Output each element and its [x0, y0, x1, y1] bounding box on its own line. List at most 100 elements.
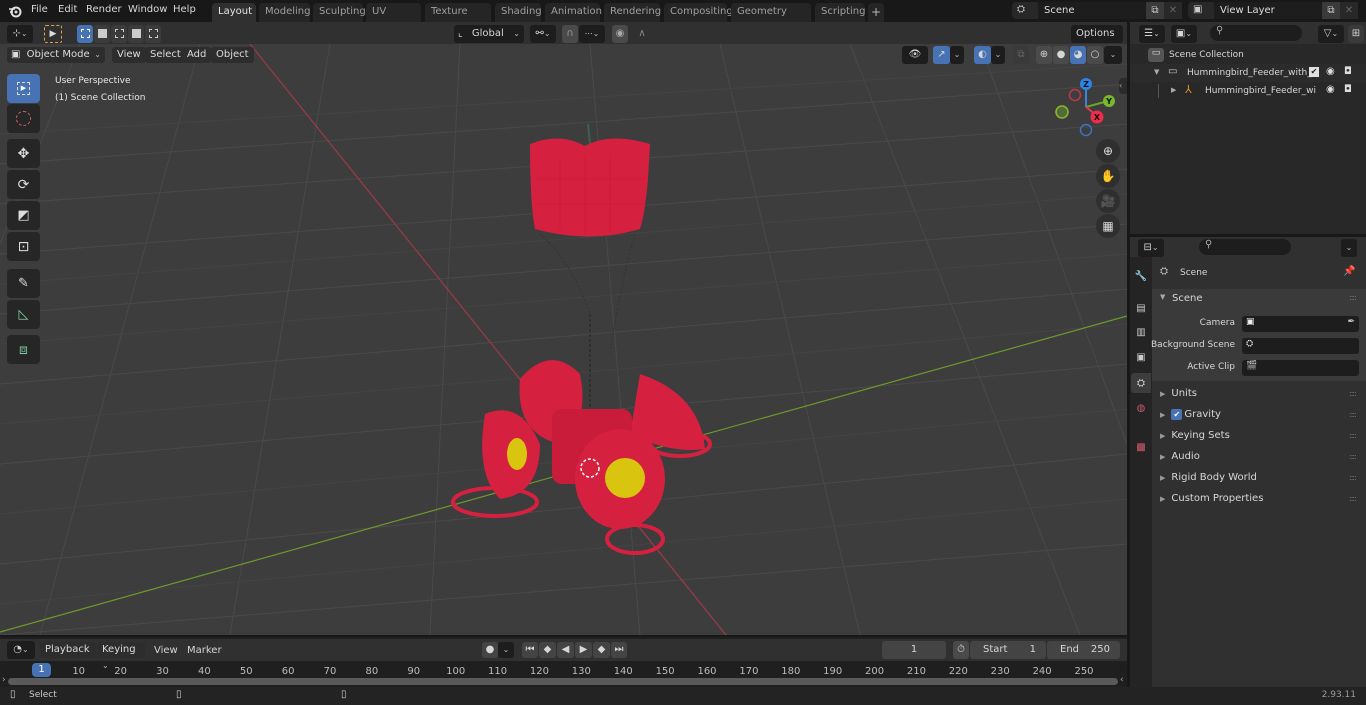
jump-to-end-button[interactable]: ⏭ [611, 642, 627, 658]
tab-animation[interactable]: Animation [545, 3, 602, 22]
pivot-point-dropdown[interactable]: ⚯⌄ [530, 25, 556, 43]
tool-measure[interactable]: ◺ [7, 300, 40, 329]
subpanel-gravity[interactable]: ▶ ✔ Gravity [1160, 406, 1221, 424]
pin-icon[interactable]: 📌 [1343, 266, 1355, 277]
tool-select-box[interactable]: ▶ [7, 74, 40, 103]
pan-view-button[interactable]: ✋ [1096, 164, 1120, 188]
ortho-toggle-button[interactable]: ▦ [1096, 214, 1120, 238]
tab-modeling[interactable]: Modeling [259, 3, 311, 22]
gizmo-neg-y[interactable] [1055, 105, 1069, 119]
gravity-checkbox[interactable]: ✔ [1171, 408, 1183, 420]
tab-scene[interactable]: ⛭ [1131, 373, 1151, 393]
shading-solid[interactable]: ● [1053, 46, 1069, 64]
menu-window[interactable]: Window [128, 4, 167, 15]
camera-view-button[interactable]: 🎥 [1096, 189, 1120, 213]
drag-handle-icon[interactable]: :::: [1349, 494, 1357, 503]
proportional-falloff-dropdown[interactable]: ∧ [629, 25, 655, 43]
panel-collapse-icon[interactable]: ▼ [1160, 293, 1165, 301]
tool-add-cube[interactable]: ⧈ [7, 335, 40, 364]
background-scene-field[interactable]: ⛭ [1242, 338, 1359, 354]
shading-rendered[interactable]: ○ [1087, 46, 1103, 64]
scene-name-field[interactable]: Scene [1038, 2, 1146, 19]
navigation-gizmo[interactable]: Z Y X [1050, 75, 1120, 140]
tab-render[interactable]: ▤ [1131, 298, 1151, 318]
drag-handle-icon[interactable]: :::: [1349, 410, 1357, 419]
timeline-menu-marker[interactable]: Marker [187, 645, 222, 656]
preview-range-toggle[interactable]: ⏱ [953, 641, 969, 659]
shading-wireframe[interactable]: ⊕ [1036, 46, 1052, 64]
select-mode-extend-button[interactable] [94, 25, 110, 43]
auto-keying-dropdown[interactable]: ⌄ [498, 642, 514, 658]
tab-world[interactable]: ◍ [1131, 398, 1151, 418]
options-dropdown[interactable]: Options ⌄ [1071, 25, 1123, 56]
tab-texture-paint[interactable]: Texture Paint [425, 3, 491, 35]
shading-material[interactable]: ◕ [1070, 46, 1086, 64]
tool-annotate[interactable]: ✎ [7, 269, 40, 298]
viewport-menu-view[interactable]: View [112, 47, 146, 63]
eyedropper-icon[interactable]: ✒ [1347, 317, 1355, 327]
select-mode-subtract-button[interactable] [111, 25, 127, 43]
subpanel-rigid-body-world[interactable]: ▶ Rigid Body World [1160, 469, 1257, 487]
timeline-editor-type[interactable]: ◔⌄ [7, 641, 35, 659]
menu-file[interactable]: File [31, 4, 48, 15]
tool-transform[interactable]: ⊡ [7, 232, 40, 261]
snap-toggle[interactable]: ∩ [562, 25, 578, 43]
exclude-checkbox[interactable]: ✔ [1309, 67, 1319, 77]
menu-edit[interactable]: Edit [58, 4, 77, 15]
viewport-menu-object[interactable]: Object [211, 47, 254, 63]
overlay-toggle[interactable]: ◐ [974, 46, 991, 64]
select-mode-invert-button[interactable] [128, 25, 144, 43]
render-camera-icon[interactable]: ◘ [1344, 66, 1352, 77]
tool-move[interactable]: ✥ [7, 139, 40, 168]
start-frame-field[interactable]: Start 1 [970, 641, 1046, 659]
drag-handle-icon[interactable]: :::: [1349, 452, 1357, 461]
tab-sculpting[interactable]: Sculpting [313, 3, 366, 22]
tab-compositing[interactable]: Compositing [664, 3, 733, 22]
outliner-editor-type[interactable]: ☰⌄ [1139, 25, 1165, 43]
current-frame-field[interactable]: 1 [882, 641, 946, 659]
snap-target-dropdown[interactable]: ⋯⌄ [579, 25, 605, 43]
new-view-layer-button[interactable]: ⧉ [1322, 2, 1340, 19]
properties-options-dropdown[interactable]: ⌄ [1341, 239, 1357, 257]
end-frame-field[interactable]: End 250 [1047, 641, 1120, 659]
scene-type-dropdown[interactable]: ⛭ [1012, 2, 1038, 19]
play-reverse-button[interactable]: ◀ [557, 642, 574, 658]
auto-keying-toggle[interactable]: ● [482, 642, 498, 658]
active-tool-icon[interactable]: ▶ [44, 25, 62, 43]
gizmo-neg-z[interactable] [1079, 123, 1093, 137]
select-mode-new-button[interactable] [77, 25, 93, 43]
subpanel-keying-sets[interactable]: ▶ Keying Sets [1160, 427, 1230, 445]
mode-dropdown[interactable]: ▣ Object Mode ⌄ [7, 47, 105, 63]
display-mode-dropdown[interactable]: ▣⌄ [1171, 25, 1197, 43]
3d-viewport[interactable] [0, 44, 1127, 635]
delete-view-layer-button[interactable]: ✕ [1340, 2, 1358, 19]
jump-next-keyframe-button[interactable]: ◆ [593, 642, 610, 658]
tab-uv-editing[interactable]: UV Editing [366, 3, 421, 35]
gizmo-neg-x[interactable] [1068, 88, 1082, 102]
menu-render[interactable]: Render [86, 4, 122, 15]
playback-dropdown[interactable]: Playback ⌄ [40, 642, 96, 670]
properties-search-input[interactable]: ⚲ [1199, 239, 1291, 255]
outliner-item-label[interactable]: Hummingbird_Feeder_with_R [1187, 68, 1318, 78]
viewport-menu-add[interactable]: Add [182, 47, 212, 63]
keying-dropdown[interactable]: Keying ⌄ [97, 642, 145, 670]
gizmo-dropdown[interactable]: ⌄ [950, 46, 964, 64]
expand-arrow-icon[interactable]: ▶ [1171, 86, 1176, 94]
jump-prev-keyframe-button[interactable]: ◆ [539, 642, 556, 658]
tab-scripting[interactable]: Scripting [815, 3, 865, 22]
expand-arrow-icon[interactable]: ▼ [1154, 68, 1159, 76]
blender-logo-icon[interactable] [8, 4, 22, 18]
zoom-view-button[interactable]: ⊕ [1096, 139, 1120, 163]
collapse-arrow-icon[interactable]: ‹ [1120, 675, 1124, 685]
outliner-filter-dropdown[interactable]: ▽⌄ [1318, 25, 1344, 43]
new-scene-button[interactable]: ⧉ [1146, 2, 1164, 19]
drag-handle-icon[interactable]: :::: [1349, 389, 1357, 398]
eye-icon[interactable]: ◉ [1326, 66, 1335, 77]
drag-handle-icon[interactable]: :::: [1349, 473, 1357, 482]
xray-toggle[interactable]: ⧉ [1013, 46, 1029, 64]
select-mode-intersect-button[interactable] [145, 25, 161, 43]
editor-type-dropdown[interactable]: ⊹⌄ [7, 25, 33, 43]
camera-field[interactable]: ▣ ✒ [1242, 316, 1359, 332]
tool-rotate[interactable]: ⟳ [7, 170, 40, 199]
view-layer-name-field[interactable]: View Layer [1214, 2, 1322, 19]
